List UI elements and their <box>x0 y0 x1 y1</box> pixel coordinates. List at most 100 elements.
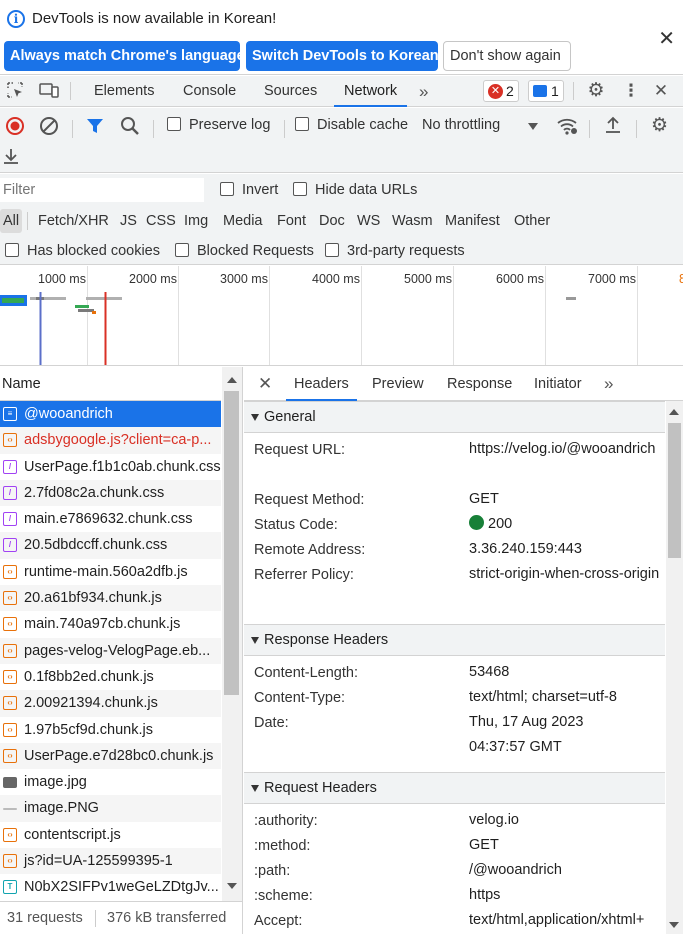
clear-icon[interactable] <box>39 116 59 140</box>
info-icon: i <box>7 10 25 28</box>
more-options-icon[interactable]: ⋮ <box>621 81 641 101</box>
content-type-value: text/html; charset=utf-8 <box>469 689 617 705</box>
preserve-log-checkbox[interactable]: Preserve log <box>167 117 270 133</box>
request-row[interactable]: image.PNG <box>0 795 221 822</box>
dont-show-again-button[interactable]: Don't show again <box>443 41 571 71</box>
type-wasm[interactable]: Wasm <box>389 209 436 233</box>
request-headers-section-header[interactable]: Request Headers <box>244 772 665 804</box>
scrollbar-thumb[interactable] <box>224 391 239 695</box>
script-icon: ‹› <box>3 643 17 658</box>
scroll-up-icon[interactable] <box>669 409 679 415</box>
disable-cache-checkbox[interactable]: Disable cache <box>295 117 408 133</box>
toolbar-divider <box>153 120 154 138</box>
tab-elements[interactable]: Elements <box>94 76 154 107</box>
invert-checkbox[interactable]: Invert <box>220 182 278 198</box>
timeline-overview[interactable]: 1000 ms 2000 ms 3000 ms 4000 ms 5000 ms … <box>0 266 683 366</box>
third-party-requests-checkbox[interactable]: 3rd-party requests <box>325 243 465 259</box>
status-code-value: 200 <box>469 512 665 537</box>
date-key: Date: <box>254 715 289 731</box>
request-row[interactable]: ‹› UserPage.e7d28bc0.chunk.js <box>0 742 221 770</box>
request-row[interactable]: ‹› contentscript.js <box>0 822 221 848</box>
close-details-icon[interactable]: ✕ <box>258 367 272 401</box>
type-font[interactable]: Font <box>274 209 309 233</box>
more-detail-tabs-chevron-icon[interactable]: » <box>604 367 613 401</box>
type-all[interactable]: All <box>0 209 23 233</box>
scroll-up-icon[interactable] <box>227 377 237 383</box>
request-row[interactable]: / 20.5dbdccff.chunk.css <box>0 532 221 559</box>
network-settings-gear-icon[interactable]: ⚙ <box>651 114 668 137</box>
record-icon[interactable] <box>5 116 25 140</box>
switch-to-korean-button[interactable]: Switch DevTools to Korean <box>246 41 439 71</box>
request-row[interactable]: / main.e7869632.chunk.css <box>0 506 221 532</box>
font-icon: T <box>3 880 17 895</box>
response-headers-section-header[interactable]: Response Headers <box>244 624 665 656</box>
messages-badge[interactable]: 1 <box>528 80 564 102</box>
tab-console[interactable]: Console <box>183 76 236 107</box>
inspect-element-icon[interactable] <box>5 81 25 101</box>
type-fetch-xhr[interactable]: Fetch/XHR <box>35 209 112 233</box>
tab-preview[interactable]: Preview <box>372 367 424 401</box>
request-row[interactable]: ‹› runtime-main.560a2dfb.js <box>0 559 221 585</box>
request-list-scrollbar[interactable] <box>222 367 242 901</box>
request-row[interactable]: ‹› adsbygoogle.js?client=ca-p... <box>0 427 221 454</box>
request-row[interactable]: ‹› main.740a97cb.chunk.js <box>0 611 221 637</box>
hide-data-urls-checkbox[interactable]: Hide data URLs <box>293 182 417 198</box>
third-party-label: 3rd-party requests <box>347 243 465 259</box>
request-row[interactable]: ‹› 1.97b5cf9d.chunk.js <box>0 717 221 743</box>
search-icon[interactable] <box>120 116 140 140</box>
toolbar-divider <box>70 82 71 100</box>
more-tabs-chevron-icon[interactable]: » <box>419 76 428 107</box>
request-row[interactable]: ‹› 2.00921394.chunk.js <box>0 690 221 717</box>
request-url-value: https://velog.io/@wooandrich <box>469 441 656 457</box>
type-ws[interactable]: WS <box>354 209 383 233</box>
request-row[interactable]: ‹› js?id=UA-125599395-1 <box>0 848 221 875</box>
device-toolbar-icon[interactable] <box>39 81 59 101</box>
has-blocked-cookies-checkbox[interactable]: Has blocked cookies <box>5 243 160 259</box>
tab-initiator[interactable]: Initiator <box>534 367 582 401</box>
import-har-icon[interactable] <box>604 115 622 139</box>
tab-network[interactable]: Network <box>333 76 408 107</box>
method-value: GET <box>469 837 499 853</box>
tab-headers[interactable]: Headers <box>286 367 357 401</box>
always-match-language-button[interactable]: Always match Chrome's language <box>4 41 245 71</box>
type-other[interactable]: Other <box>511 209 553 233</box>
type-doc[interactable]: Doc <box>316 209 348 233</box>
request-row[interactable]: ‹› 20.a61bf934.chunk.js <box>0 585 221 612</box>
request-method-value: GET <box>469 491 499 507</box>
scroll-down-icon[interactable] <box>227 883 237 889</box>
gear-icon[interactable]: ⚙ <box>586 81 606 101</box>
details-scrollbar[interactable] <box>666 401 683 934</box>
throttling-value: No throttling <box>422 117 501 133</box>
language-infobar: i DevTools is now available in Korean! A… <box>0 0 683 75</box>
network-conditions-icon[interactable] <box>557 116 579 140</box>
tab-response[interactable]: Response <box>447 367 512 401</box>
blocked-requests-checkbox[interactable]: Blocked Requests <box>175 243 314 259</box>
request-row[interactable]: ≡ @wooandrich <box>0 401 221 428</box>
errors-badge[interactable]: ✕ 2 <box>483 80 519 102</box>
request-row[interactable]: / UserPage.f1b1c0ab.chunk.css <box>0 454 221 480</box>
tab-sources[interactable]: Sources <box>264 76 317 107</box>
overview-waterfall <box>0 292 576 365</box>
close-icon[interactable]: ✕ <box>658 26 675 51</box>
export-har-icon[interactable] <box>2 146 20 170</box>
type-css[interactable]: CSS <box>143 209 179 233</box>
name-column-header[interactable]: Name <box>0 367 221 401</box>
type-js[interactable]: JS <box>117 209 140 233</box>
scrollbar-thumb[interactable] <box>668 423 681 558</box>
throttling-select[interactable]: No throttling <box>422 117 538 133</box>
request-row[interactable]: image.jpg <box>0 769 221 795</box>
request-row[interactable]: T N0bX2SIFPv1weGeLZDtgJv... <box>0 874 221 900</box>
scroll-down-icon[interactable] <box>669 922 679 928</box>
image-icon <box>3 777 17 789</box>
request-row[interactable]: ‹› 0.1f8bb2ed.chunk.js <box>0 664 221 690</box>
type-img[interactable]: Img <box>181 209 211 233</box>
request-row[interactable]: ‹› pages-velog-VelogPage.eb... <box>0 637 221 664</box>
script-icon: ‹› <box>3 827 17 842</box>
general-section-header[interactable]: General <box>244 401 665 433</box>
close-devtools-icon[interactable]: ✕ <box>651 81 671 101</box>
request-row[interactable]: / 2.7fd08c2a.chunk.css <box>0 479 221 507</box>
filter-icon[interactable] <box>86 117 104 139</box>
filter-input[interactable] <box>0 178 204 202</box>
type-manifest[interactable]: Manifest <box>442 209 503 233</box>
type-media[interactable]: Media <box>220 209 266 233</box>
